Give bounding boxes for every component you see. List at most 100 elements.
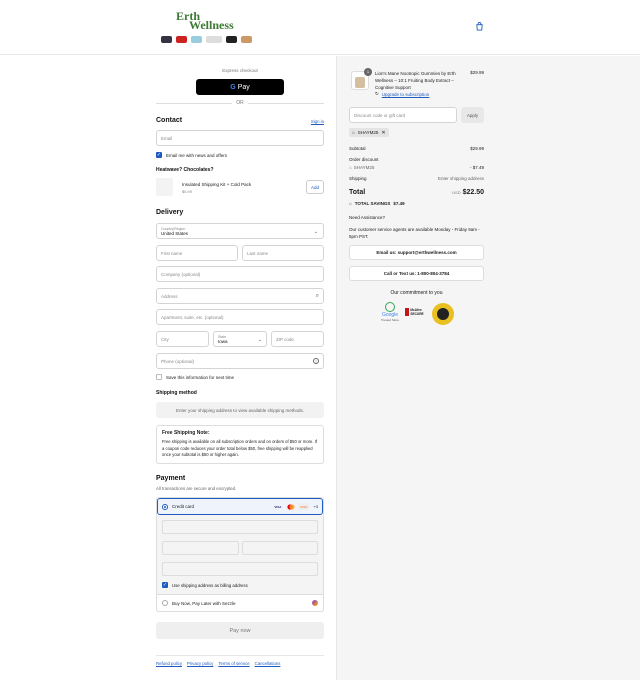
payment-subtext: All transactions are secure and encrypte… [156,486,237,491]
badge-icon [191,36,202,43]
phone-field[interactable]: Phone (optional) ? [156,353,324,369]
discount-code-field[interactable]: Discount code or gift card [349,107,457,123]
discount-placeholder: Discount code or gift card [354,112,406,118]
sign-in-link[interactable]: Sign in [311,119,324,124]
first-name-placeholder: First name [161,250,183,256]
more-cards-count: +3 [313,504,318,509]
zip-placeholder: ZIP code [276,336,294,342]
terms-of-service-link[interactable]: Terms of service [218,661,249,666]
tag-icon: ⌂ [349,165,352,170]
tag-icon: ⌂ [352,130,355,135]
call-support-button[interactable]: Call or Text us: 1-800-804-3784 [349,266,484,281]
total-value: $22.50 [462,189,484,196]
card-cvv-field[interactable] [242,541,318,555]
city-field[interactable]: City [156,331,209,347]
save-info-row[interactable]: Save this information for next time [156,374,324,380]
help-icon[interactable]: ? [313,358,319,364]
discover-icon: DISC [298,503,310,510]
payment-heading: Payment [156,475,186,482]
subtotal-label: Subtotal [349,146,366,151]
sezzle-label: Buy Now, Pay Later with Sezzle [172,600,236,606]
apply-button[interactable]: Apply [461,107,484,123]
billing-same-checkbox[interactable]: ✓ [162,582,168,588]
email-support-button[interactable]: Email us: support@erthwellness.com [349,245,484,260]
mastercard-icon [285,503,296,510]
checkmark-icon [385,302,395,312]
email-field[interactable]: Email [156,130,324,146]
badge-icon [226,36,237,43]
remove-discount-icon[interactable]: ✕ [381,130,385,136]
credit-card-radio[interactable] [162,503,168,510]
upsell-image [156,178,173,196]
billing-same-label: Use shipping address as billing address [172,582,248,588]
sezzle-option[interactable]: Buy Now, Pay Later with Sezzle [157,594,323,611]
company-placeholder: Company (optional) [161,271,201,277]
shopping-bag-icon[interactable] [475,22,484,31]
card-brand-icons: VISA DISC +3 [272,503,318,510]
apartment-field[interactable]: Apartment, suite, etc. (optional) [156,309,324,325]
card-name-field[interactable] [162,562,318,576]
product-name: Lion's Mane Nootropic Gummies by Erth We… [375,71,456,90]
or-divider: OR [156,100,324,106]
gpay-label: Pay [237,83,250,91]
shield-icon [405,308,410,316]
tag-icon: ⌂ [349,201,352,206]
cancellations-link[interactable]: Cancellations [255,661,281,666]
pay-now-button[interactable]: Pay now [156,622,324,639]
guarantee-seal-icon [432,303,454,325]
search-icon: ⌕ [315,292,319,299]
news-checkbox-row[interactable]: ✓ Email me with news and offers [156,152,324,158]
zip-field[interactable]: ZIP code [271,331,324,347]
save-info-checkbox[interactable] [156,374,162,380]
order-summary-column [336,56,640,680]
company-field[interactable]: Company (optional) [156,266,324,282]
or-label: OR [236,100,244,106]
google-pay-button[interactable]: G Pay [196,79,284,95]
brand-logo[interactable]: Erth Wellness [176,10,238,31]
discount-chip-code: SHAYM25 [357,130,379,135]
badge-icon [206,36,222,43]
discount-amount: - $7.49 [469,165,484,170]
savings-label: TOTAL SAVINGS [354,201,391,206]
upgrade-row[interactable]: ↻ Upgrade to subscription [375,91,429,97]
privacy-policy-link[interactable]: Privacy policy [187,661,213,666]
currency-code: USD [452,190,461,195]
footer-links: Refund policy Privacy policy Terms of se… [156,655,324,666]
upgrade-subscription-link[interactable]: Upgrade to subscription [382,92,430,97]
last-name-field[interactable]: Last name [242,245,324,261]
news-checkbox[interactable]: ✓ [156,152,162,158]
address-placeholder: Address [161,293,178,299]
free-shipping-note: Free Shipping Note: Free shipping is ava… [156,425,324,464]
commitment-heading: Our commitment to you [390,290,443,296]
card-expiry-field[interactable] [162,541,239,555]
billing-same-row[interactable]: ✓ Use shipping address as billing addres… [162,582,248,588]
product-price: $29.99 [470,70,484,75]
discount-chip: ⌂ SHAYM25 ✕ [349,128,389,137]
product-thumbnail: 1 [351,68,372,90]
country-value: United States [161,230,189,236]
news-checkbox-label: Email me with news and offers [166,152,227,158]
shipping-method-heading: Shipping method [156,390,197,396]
savings-row: ⌂ TOTAL SAVINGS $7.49 [349,201,405,206]
card-number-field[interactable] [162,520,318,534]
free-shipping-title: Free Shipping Note: [162,430,210,436]
google-trusted-badge: Google Trusted Store [377,302,403,324]
card-fields: ✓ Use shipping address as billing addres… [157,515,323,594]
shipping-method-message: Enter your shipping address to view avai… [156,402,324,418]
upsell-item: Insulated Shipping Kit + Cold Pack $5.99… [156,178,324,198]
sezzle-radio[interactable] [162,600,168,606]
state-select[interactable]: State Iowa ⌄ [213,331,267,347]
refund-policy-link[interactable]: Refund policy [156,661,182,666]
upsell-price: $5.99 [182,189,193,194]
country-select[interactable]: Country/Region United States ⌄ [156,223,324,239]
assistance-heading: Need Assistance? [349,215,386,220]
credit-card-option[interactable]: Credit card VISA DISC +3 [157,498,323,515]
express-checkout-label: Express checkout [222,68,258,73]
total-label: Total [349,189,366,196]
first-name-field[interactable]: First name [156,245,238,261]
chevron-down-icon: ⌄ [257,337,262,343]
upsell-add-button[interactable]: Add [306,180,324,194]
address-field[interactable]: Address ⌕ [156,288,324,304]
badge-icon [161,36,172,43]
header: Erth Wellness [0,0,640,55]
